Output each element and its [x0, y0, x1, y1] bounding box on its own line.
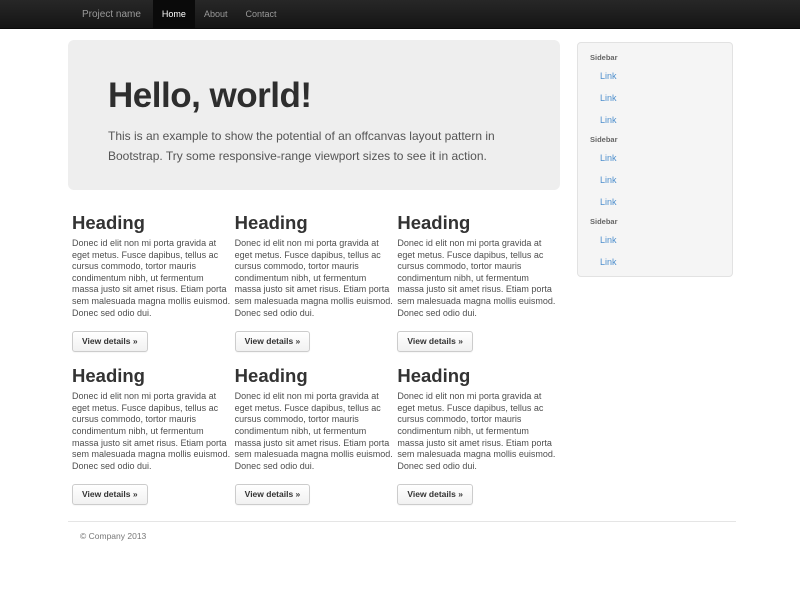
navbar-inner: Project name Home About Contact	[68, 0, 800, 29]
sidebar-group-header: Sidebar	[578, 49, 732, 65]
sidebar-link[interactable]: Link	[578, 87, 732, 109]
jumbotron-description: This is an example to show the potential…	[108, 126, 508, 166]
sidebar-group-header: Sidebar	[578, 131, 732, 147]
card-heading: Heading	[235, 366, 395, 386]
view-details-button[interactable]: View details »	[397, 331, 473, 352]
footer-divider	[68, 521, 736, 522]
sidebar-group-header: Sidebar	[578, 213, 732, 229]
card-body-text: Donec id elit non mi porta gravida at eg…	[235, 238, 395, 319]
card-body-text: Donec id elit non mi porta gravida at eg…	[72, 238, 232, 319]
card-body-text: Donec id elit non mi porta gravida at eg…	[397, 391, 557, 472]
view-details-button[interactable]: View details »	[72, 331, 148, 352]
content-row: Hello, world! This is an example to show…	[68, 29, 736, 505]
card: Heading Donec id elit non mi porta gravi…	[72, 213, 232, 352]
sidebar-link[interactable]: Link	[578, 109, 732, 131]
view-details-button[interactable]: View details »	[72, 484, 148, 505]
sidebar-link[interactable]: Link	[578, 65, 732, 87]
sidebar-link[interactable]: Link	[578, 147, 732, 169]
card-body-text: Donec id elit non mi porta gravida at eg…	[72, 391, 232, 472]
card: Heading Donec id elit non mi porta gravi…	[397, 366, 557, 505]
nav-item-home[interactable]: Home	[153, 0, 195, 29]
card-heading: Heading	[397, 366, 557, 386]
card-body-text: Donec id elit non mi porta gravida at eg…	[397, 238, 557, 319]
cards-row-1: Heading Donec id elit non mi porta gravi…	[68, 213, 560, 352]
copyright-text: © Company 2013	[80, 531, 736, 541]
cards-row-2: Heading Donec id elit non mi porta gravi…	[68, 366, 560, 505]
page-container: Hello, world! This is an example to show…	[68, 29, 736, 541]
card: Heading Donec id elit non mi porta gravi…	[72, 366, 232, 505]
sidebar-link[interactable]: Link	[578, 251, 732, 273]
sidebar-link[interactable]: Link	[578, 229, 732, 251]
card-body-text: Donec id elit non mi porta gravida at eg…	[235, 391, 395, 472]
nav-item-about[interactable]: About	[195, 0, 237, 29]
view-details-button[interactable]: View details »	[235, 331, 311, 352]
sidebar-link[interactable]: Link	[578, 169, 732, 191]
sidebar-well: Sidebar Link Link Link Sidebar Link Link…	[577, 42, 733, 277]
navbar-menu: Home About Contact	[153, 0, 286, 29]
jumbotron: Hello, world! This is an example to show…	[68, 40, 560, 190]
card-heading: Heading	[72, 366, 232, 386]
card-heading: Heading	[397, 213, 557, 233]
view-details-button[interactable]: View details »	[397, 484, 473, 505]
nav-item-contact[interactable]: Contact	[236, 0, 285, 29]
view-details-button[interactable]: View details »	[235, 484, 311, 505]
card-heading: Heading	[235, 213, 395, 233]
main-column: Hello, world! This is an example to show…	[68, 29, 560, 505]
navbar-brand[interactable]: Project name	[68, 0, 153, 29]
sidebar-link[interactable]: Link	[578, 191, 732, 213]
card: Heading Donec id elit non mi porta gravi…	[235, 213, 395, 352]
card: Heading Donec id elit non mi porta gravi…	[397, 213, 557, 352]
navbar: Project name Home About Contact	[0, 0, 800, 29]
card: Heading Donec id elit non mi porta gravi…	[235, 366, 395, 505]
page-title: Hello, world!	[108, 78, 520, 114]
card-heading: Heading	[72, 213, 232, 233]
footer: © Company 2013	[68, 521, 736, 541]
